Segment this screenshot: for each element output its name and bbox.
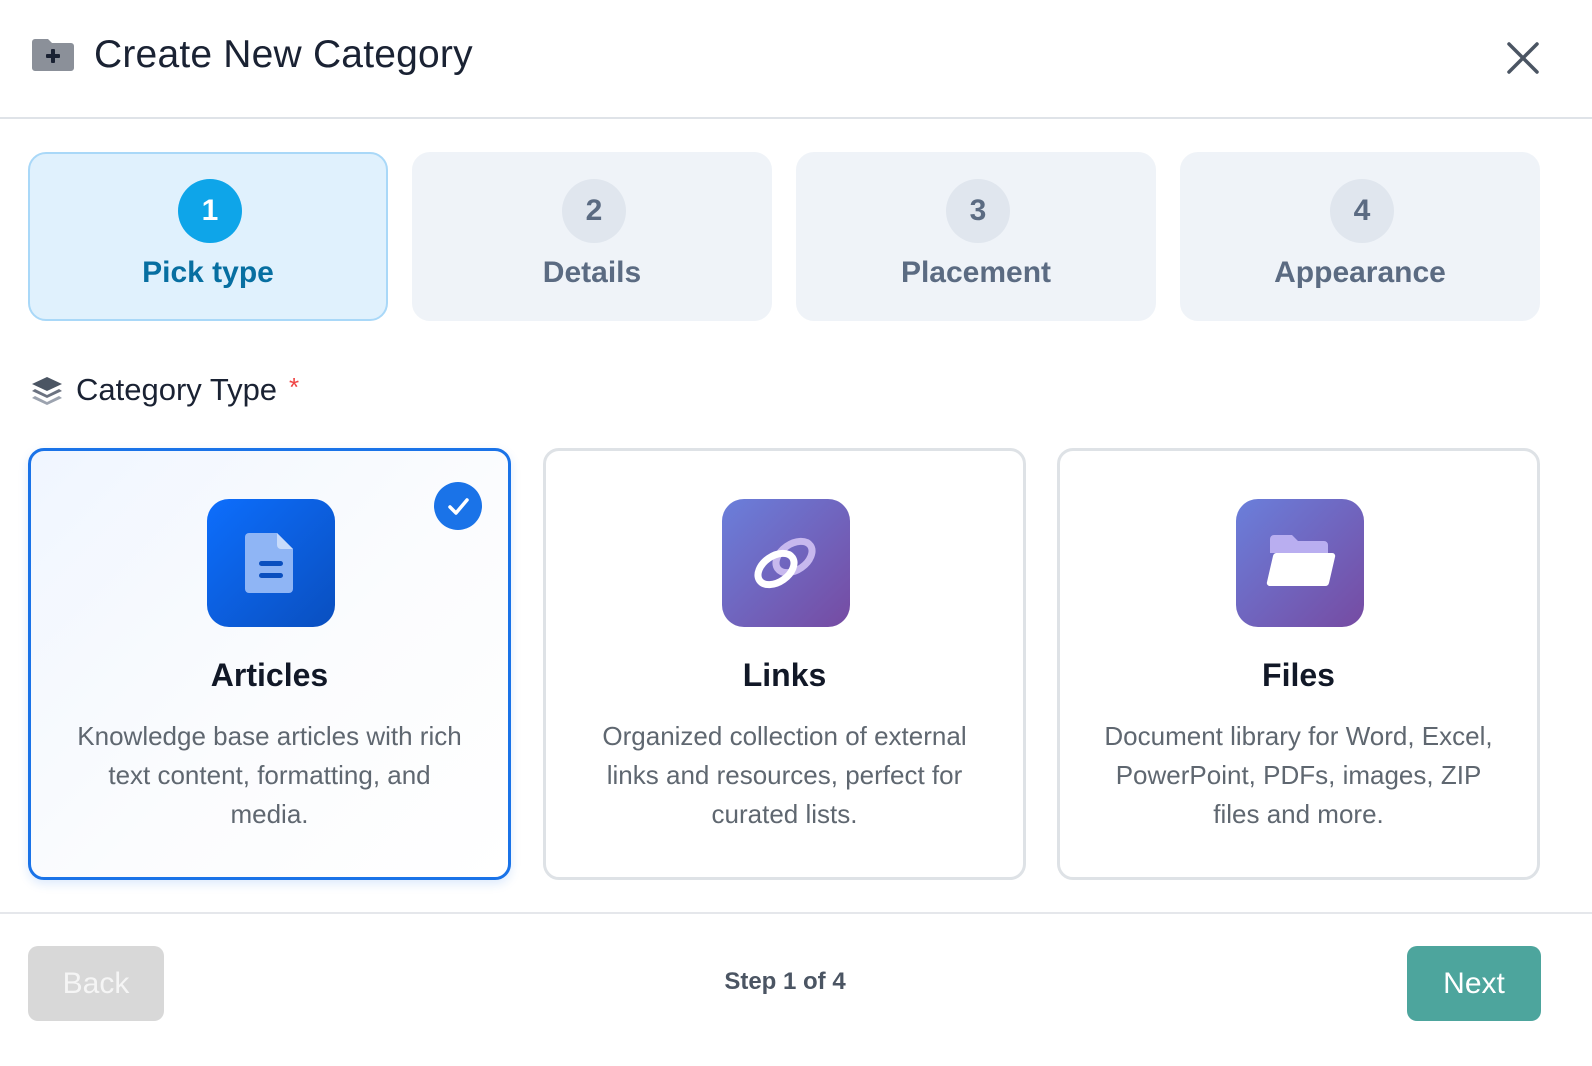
next-button[interactable]: Next (1407, 946, 1541, 1021)
step-label: Pick type (142, 256, 274, 289)
step-label: Details (542, 256, 642, 289)
step-number: 4 (1330, 179, 1394, 243)
link-icon (722, 499, 850, 627)
document-icon (207, 499, 335, 627)
step-label: Placement (900, 256, 1052, 289)
category-type-label: Category Type (76, 372, 278, 407)
required-marker: * (289, 372, 300, 402)
type-card-files[interactable]: Files Document library for Word, Excel, … (1057, 448, 1540, 880)
folder-open-icon (1236, 499, 1364, 627)
dialog-title: Create New Category (94, 33, 473, 76)
step-placement[interactable]: 3 Placement (796, 152, 1156, 321)
step-indicator: Step 1 of 4 (724, 968, 846, 995)
type-description: Document library for Word, Excel, PowerP… (1104, 721, 1493, 829)
step-number: 3 (946, 179, 1010, 243)
close-icon[interactable] (1500, 35, 1546, 81)
type-card-articles[interactable]: Articles Knowledge base articles with ri… (28, 448, 511, 880)
type-title: Links (742, 657, 827, 693)
step-label: Appearance (1274, 256, 1446, 289)
step-number: 2 (562, 179, 626, 243)
check-icon (434, 482, 482, 530)
back-button[interactable]: Back (28, 946, 164, 1021)
dialog-header: Create New Category (0, 0, 1592, 119)
type-description: Knowledge base articles with rich text c… (77, 721, 462, 829)
layers-icon (32, 377, 62, 405)
type-title: Files (1262, 657, 1335, 693)
type-description: Organized collection of external links a… (602, 721, 967, 829)
step-pick-type[interactable]: 1 Pick type (28, 152, 388, 321)
step-appearance[interactable]: 4 Appearance (1180, 152, 1540, 321)
type-title: Articles (210, 657, 329, 693)
step-details[interactable]: 2 Details (412, 152, 772, 321)
folder-plus-icon (32, 39, 74, 71)
step-number: 1 (178, 179, 242, 243)
type-card-links[interactable]: Links Organized collection of external l… (543, 448, 1026, 880)
